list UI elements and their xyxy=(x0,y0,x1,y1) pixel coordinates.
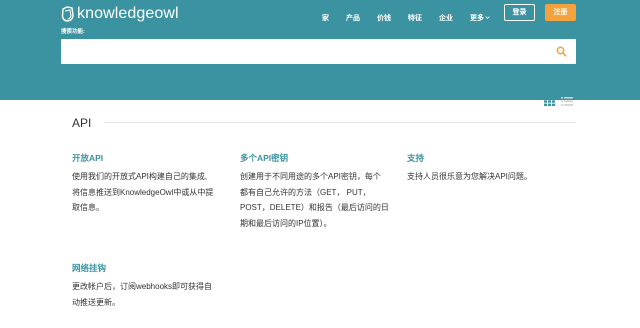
owl-logo-icon xyxy=(61,6,74,22)
knowledgeowl-logo[interactable]: knowledgeowl xyxy=(61,4,179,24)
nav-products[interactable]: 产品 xyxy=(346,13,360,23)
card-desc-line: 支持人员很乐意为您解决API问题。 xyxy=(407,172,532,181)
main-nav: 家 产品 价钱 特征 企业 更多 xyxy=(322,11,490,25)
card-desc-support: 支持人员很乐意为您解决API问题。 xyxy=(407,169,577,185)
card-desc-webhooks: 更改帐户后，订阅webhooks即可获得自 动推送更新。 xyxy=(72,279,232,310)
nav-more[interactable]: 更多 xyxy=(470,13,490,23)
chevron-down-icon xyxy=(485,16,490,20)
card-desc-line: POST，DELETE）和报告（最后访问的日 xyxy=(240,203,389,212)
card-title-webhooks[interactable]: 网络挂钩 xyxy=(72,262,106,274)
nav-enterprise[interactable]: 企业 xyxy=(439,13,453,23)
card-desc-line: 动推送更新。 xyxy=(72,297,120,307)
list-view-icon[interactable] xyxy=(561,97,573,106)
nav-features[interactable]: 特征 xyxy=(408,13,422,23)
nav-home[interactable]: 家 xyxy=(322,13,329,23)
card-title-open-api[interactable]: 开放API xyxy=(72,152,103,164)
card-desc-line: 取信息。 xyxy=(72,203,104,212)
search-icon[interactable] xyxy=(556,46,567,57)
card-desc-line: 都有自己允许的方法（GET， PUT， xyxy=(240,187,371,197)
card-title-multiple-api-keys[interactable]: 多个API密钥 xyxy=(240,152,288,164)
card-desc-line: 期和最后访问的IP位置）。 xyxy=(240,218,332,228)
site-header: knowledgeowl 家 产品 价钱 特征 企业 更多 登录 注册 搜索功能… xyxy=(0,0,640,100)
section-divider xyxy=(104,122,576,123)
logo-text: knowledgeowl xyxy=(77,5,179,22)
card-desc-open-api: 使用我们的开放式API构建自己的集成, 将信息推送到KnowledgeOwl中或… xyxy=(72,169,232,216)
card-desc-multiple-api-keys: 创建用于不同用途的多个API密钥，每个 都有自己允许的方法（GET， PUT， … xyxy=(240,169,400,231)
search-box xyxy=(61,39,576,64)
register-button[interactable]: 注册 xyxy=(545,4,576,21)
search-label: 搜索功能: xyxy=(61,29,85,35)
card-desc-line: 使用我们的开放式API构建自己的集成, xyxy=(72,172,208,181)
card-desc-line: 更改帐户后，订阅webhooks即可获得自 xyxy=(72,282,213,291)
login-button[interactable]: 登录 xyxy=(504,4,535,21)
nav-pricing[interactable]: 价钱 xyxy=(377,13,391,23)
card-desc-line: 创建用于不同用途的多个API密钥，每个 xyxy=(240,172,381,181)
nav-more-label: 更多 xyxy=(470,15,484,22)
grid-view-icon[interactable] xyxy=(544,97,555,106)
search-input[interactable] xyxy=(61,39,541,64)
card-title-support[interactable]: 支持 xyxy=(407,152,424,164)
section-title: API xyxy=(72,116,92,130)
card-desc-line: 将信息推送到KnowledgeOwl中或从中提 xyxy=(72,187,214,197)
